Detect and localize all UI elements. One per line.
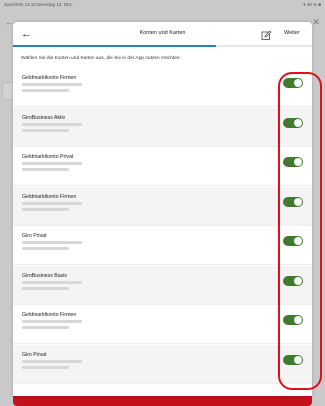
account-toggle[interactable] bbox=[283, 117, 303, 128]
account-name: Giro Privat bbox=[22, 233, 47, 239]
account-name: GiroBusiness Aktiv bbox=[22, 114, 66, 121]
account-iban-blurred bbox=[22, 320, 82, 323]
account-iban-blurred bbox=[22, 162, 82, 165]
account-bic-blurred bbox=[22, 326, 69, 329]
account-row: Giro Privat bbox=[13, 226, 312, 265]
account-bic-blurred bbox=[22, 286, 69, 290]
account-bic-blurred bbox=[22, 247, 69, 250]
account-name: Geldmarktkonto Firmen bbox=[22, 193, 77, 200]
account-row: Geldmarktkonto Firmen bbox=[13, 186, 312, 226]
account-row: Geldmarktkonto Privat bbox=[13, 147, 312, 186]
toggle-knob bbox=[294, 79, 302, 87]
account-bic-blurred bbox=[22, 168, 69, 171]
account-iban-blurred bbox=[22, 359, 82, 363]
account-name: Geldmarktkonto Firmen bbox=[22, 75, 77, 81]
account-row: Geldmarktkonto Firmen bbox=[13, 305, 312, 344]
account-iban-blurred bbox=[22, 241, 82, 244]
account-iban-blurred bbox=[22, 280, 82, 284]
toggle-knob bbox=[294, 316, 302, 324]
next-button[interactable]: Weiter bbox=[284, 30, 300, 36]
status-bar: 4posiTAN 14:10 Dienstag 13. Dez. ▾ 49 % … bbox=[0, 0, 325, 11]
account-row: Geldmarktkonto Firmen bbox=[13, 68, 312, 107]
toggle-knob bbox=[294, 118, 302, 127]
toggle-knob bbox=[294, 276, 302, 285]
instruction-text: Wählen Sie die Konten und Karten aus, di… bbox=[21, 56, 181, 61]
account-row: GiroBusiness Aktiv bbox=[13, 107, 312, 147]
account-toggle[interactable] bbox=[283, 354, 303, 365]
account-name: Geldmarktkonto Firmen bbox=[22, 312, 77, 318]
account-toggle[interactable] bbox=[283, 275, 303, 286]
modal-header: ← Konten und Karten Weiter bbox=[13, 22, 312, 46]
account-toggle[interactable] bbox=[283, 236, 303, 246]
toggle-knob bbox=[294, 158, 302, 166]
status-left: 4posiTAN 14:10 Dienstag 13. Dez. bbox=[4, 2, 73, 7]
account-bic-blurred bbox=[22, 207, 69, 211]
toggle-knob bbox=[294, 355, 302, 364]
account-bic-blurred bbox=[22, 128, 69, 132]
account-toggle[interactable] bbox=[283, 196, 303, 207]
account-row: Giro Privat bbox=[13, 344, 312, 384]
account-iban-blurred bbox=[22, 122, 82, 126]
account-iban-blurred bbox=[22, 83, 82, 86]
progress-fill bbox=[13, 45, 217, 47]
account-toggle[interactable] bbox=[283, 157, 303, 167]
account-row: GiroBusiness Basis bbox=[13, 265, 312, 305]
background-close-icon: ✕ bbox=[312, 17, 320, 27]
accounts-modal: ← Konten und Karten Weiter Wählen Sie di… bbox=[13, 22, 312, 396]
account-bic-blurred bbox=[22, 89, 69, 92]
edit-icon[interactable] bbox=[261, 28, 272, 40]
account-name: GiroBusiness Basis bbox=[22, 272, 67, 279]
status-right: ▾ 49 % ■ bbox=[303, 2, 321, 7]
progress-bar bbox=[13, 45, 312, 47]
toggle-knob bbox=[294, 197, 302, 206]
account-iban-blurred bbox=[22, 201, 82, 205]
account-bic-blurred bbox=[22, 365, 69, 369]
account-name: Giro Privat bbox=[22, 351, 47, 358]
account-name: Geldmarktkonto Privat bbox=[22, 154, 74, 160]
account-toggle[interactable] bbox=[283, 315, 303, 325]
account-toggle[interactable] bbox=[283, 78, 303, 88]
toggle-knob bbox=[294, 237, 302, 245]
